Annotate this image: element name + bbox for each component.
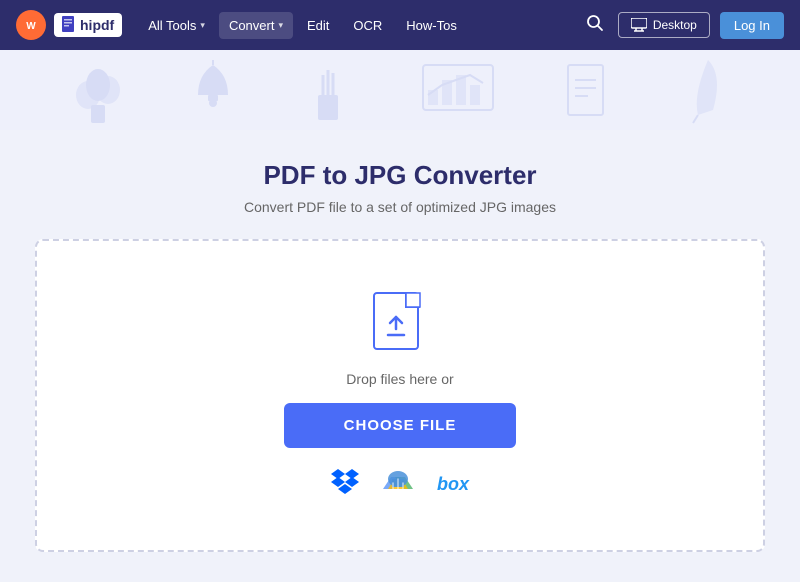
nav-convert[interactable]: Convert ▾ (219, 12, 293, 39)
wondershare-logo: W (16, 10, 46, 40)
nav-howtos[interactable]: How-Tos (396, 12, 467, 39)
search-icon[interactable] (582, 10, 608, 41)
page-title: PDF to JPG Converter (263, 160, 536, 191)
nav-howtos-label: How-Tos (406, 18, 457, 33)
drop-zone[interactable]: Drop files here or CHOOSE FILE (35, 239, 765, 552)
nav-links: All Tools ▾ Convert ▾ Edit OCR How-Tos (138, 12, 574, 39)
desktop-button[interactable]: Desktop (618, 12, 710, 38)
desktop-button-label: Desktop (653, 18, 697, 32)
google-drive-icon[interactable] (383, 469, 413, 499)
box-icon[interactable]: box (437, 474, 469, 495)
upload-icon (372, 291, 428, 355)
hipdf-logo-text: hipdf (80, 17, 114, 33)
svg-text:W: W (26, 21, 36, 32)
hero-decorations (0, 50, 800, 130)
chevron-down-icon: ▾ (278, 20, 283, 31)
nav-ocr[interactable]: OCR (343, 12, 392, 39)
hero-banner (0, 50, 800, 130)
nav-edit-label: Edit (307, 18, 329, 33)
navbar: W hipdf All Tools ▾ Convert ▾ Edit OCR (0, 0, 800, 50)
choose-file-button[interactable]: CHOOSE FILE (284, 403, 517, 448)
drop-text: Drop files here or (346, 371, 453, 387)
brand-area: W hipdf (16, 10, 122, 40)
nav-all-tools-label: All Tools (148, 18, 196, 33)
nav-ocr-label: OCR (353, 18, 382, 33)
nav-right: Desktop Log In (582, 10, 784, 41)
nav-edit[interactable]: Edit (297, 12, 339, 39)
cloud-service-icons: box (331, 468, 469, 500)
login-button[interactable]: Log In (720, 12, 784, 39)
nav-all-tools[interactable]: All Tools ▾ (138, 12, 215, 39)
hipdf-logo[interactable]: hipdf (54, 13, 122, 37)
main-content: PDF to JPG Converter Convert PDF file to… (0, 130, 800, 582)
nav-convert-label: Convert (229, 18, 275, 33)
page-subtitle: Convert PDF file to a set of optimized J… (244, 199, 556, 215)
dropbox-icon[interactable] (331, 468, 359, 500)
login-button-label: Log In (734, 18, 770, 33)
chevron-down-icon: ▾ (200, 20, 205, 31)
